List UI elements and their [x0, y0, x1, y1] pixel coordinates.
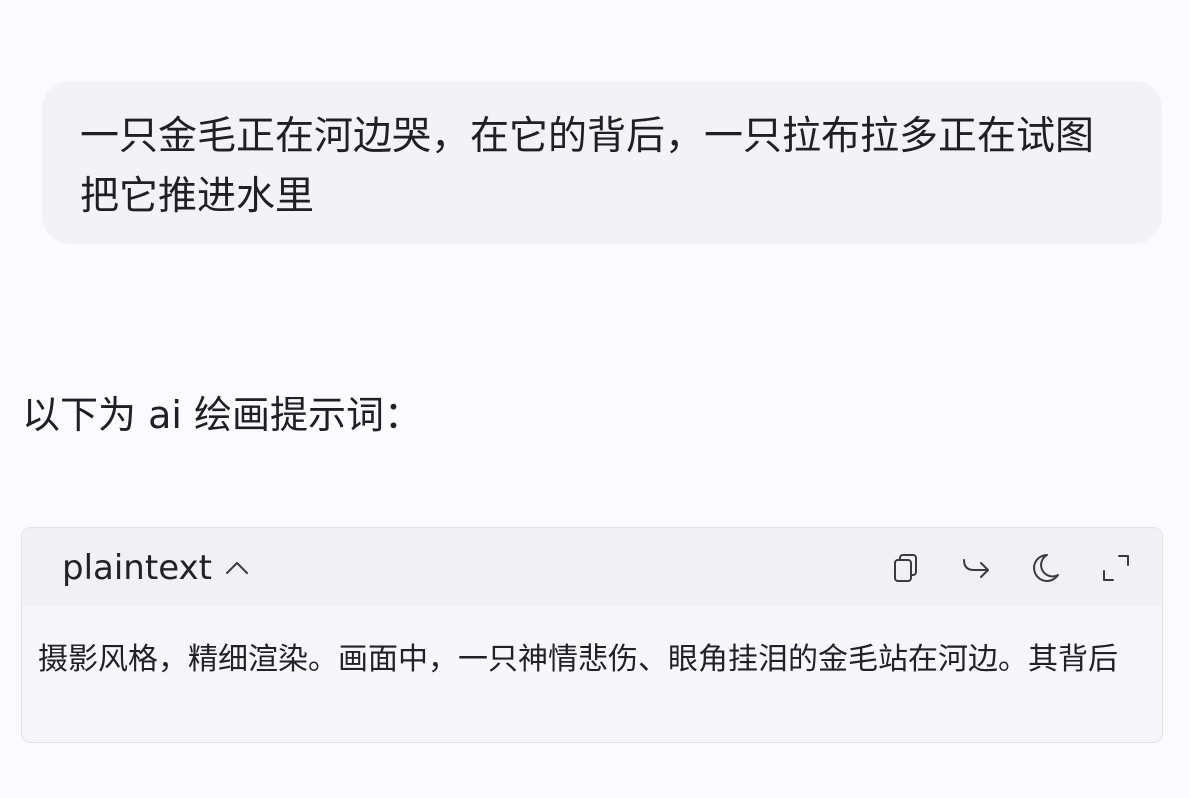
chevron-up-icon [226, 562, 248, 574]
collapse-code-button[interactable] [222, 554, 252, 584]
expand-icon [1103, 555, 1129, 581]
user-message-bubble: 一只金毛正在河边哭，在它的背后，一只拉布拉多正在试图把它推进水里 [42, 81, 1162, 244]
moon-icon [1033, 554, 1059, 582]
code-language-label: plaintext [62, 548, 212, 588]
user-message-text: 一只金毛正在河边哭，在它的背后，一只拉布拉多正在试图把它推进水里 [80, 114, 1095, 219]
code-content: 摄影风格，精细渲染。画面中，一只神情悲伤、眼角挂泪的金毛站在河边。其背后 [38, 642, 1118, 677]
insert-arrow-icon [963, 559, 989, 578]
chat-page: 一只金毛正在河边哭，在它的背后，一只拉布拉多正在试图把它推进水里 以下为 ai … [0, 0, 1190, 798]
code-block-header: plaintext [22, 528, 1162, 606]
assistant-intro-text: 以下为 ai 绘画提示词： [22, 393, 423, 437]
theme-toggle-button[interactable] [1027, 550, 1063, 586]
code-block: plaintext 摄影风格，精细渲染。画面中，一只神情悲伤、眼角挂泪的金毛站在… [21, 527, 1163, 743]
copy-code-button[interactable] [888, 550, 924, 586]
expand-code-button[interactable] [1098, 550, 1134, 586]
insert-code-button[interactable] [958, 550, 994, 586]
copy-icon [894, 554, 917, 582]
